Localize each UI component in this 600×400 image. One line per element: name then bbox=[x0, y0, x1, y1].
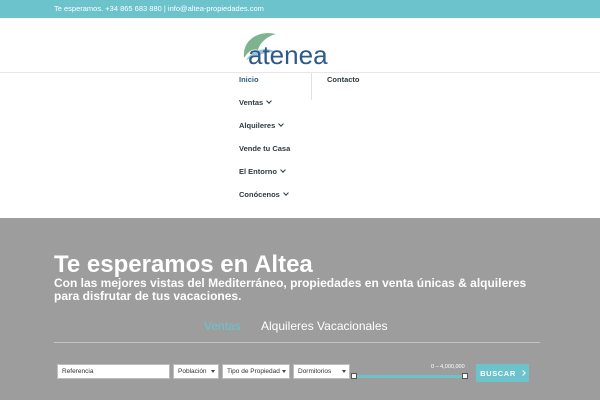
reference-input[interactable]: Referencia bbox=[57, 364, 170, 379]
tab-alquileres-vacacionales[interactable]: Alquileres Vacacionales bbox=[261, 319, 388, 333]
tabs-underline bbox=[54, 342, 540, 343]
price-range-slider[interactable] bbox=[354, 375, 468, 378]
hero-section: Te esperamos en Altea Con las mejores vi… bbox=[0, 218, 600, 400]
nav-item-label: Conócenos bbox=[239, 190, 280, 199]
nav-item-alquileres[interactable]: Alquileres bbox=[239, 121, 285, 130]
search-tabs: Ventas Alquileres Vacacionales bbox=[0, 319, 600, 339]
nav-item-label: Inicio bbox=[239, 75, 259, 84]
poblacion-select[interactable]: Población bbox=[173, 364, 219, 379]
search-button-label: BUSCAR bbox=[480, 368, 516, 378]
top-contact-bar: Te esperamos. +34 865 683 880 | info@alt… bbox=[0, 0, 600, 18]
nav-item-label: Ventas bbox=[239, 98, 264, 107]
nav-item-label: El Entorno bbox=[239, 167, 277, 176]
nav-item-label: Contacto bbox=[327, 75, 360, 84]
main-nav: Inicio Ventas Alquileres Vende tu Casa El En… bbox=[0, 73, 600, 218]
price-range-label: 0 – 4,000,000 bbox=[431, 364, 465, 370]
chevron-right-icon bbox=[520, 370, 526, 376]
search-button[interactable]: BUSCAR bbox=[476, 364, 529, 382]
logo-wordmark: atenea bbox=[248, 40, 328, 68]
property-type-select[interactable]: Tipo de Propiedad bbox=[222, 364, 290, 379]
nav-item-conócenos[interactable]: Conócenos bbox=[239, 190, 289, 199]
tab-ventas[interactable]: Ventas bbox=[204, 319, 241, 333]
chevron-down-icon bbox=[280, 167, 286, 173]
bedrooms-select[interactable]: Dormitorios bbox=[293, 364, 350, 379]
hero-subtitle: Con las mejores vistas del Mediterráneo,… bbox=[54, 276, 527, 303]
nav-item-label: Alquileres bbox=[239, 121, 276, 130]
contact-info: Te esperamos. +34 865 683 880 | info@alt… bbox=[54, 4, 264, 13]
chevron-down-icon bbox=[266, 98, 273, 104]
nav-item-inicio[interactable]: Inicio bbox=[239, 75, 259, 84]
chevron-down-icon bbox=[278, 121, 285, 127]
hero-title: Te esperamos en Altea bbox=[54, 251, 313, 278]
price-max-handle[interactable] bbox=[462, 373, 468, 379]
chevron-down-icon bbox=[283, 190, 289, 196]
atenea-logo[interactable]: atenea bbox=[240, 26, 352, 68]
nav-divider bbox=[311, 73, 312, 100]
nav-item-contacto[interactable]: Contacto bbox=[327, 75, 360, 84]
site-header: atenea bbox=[0, 18, 600, 73]
nav-item-label: Vende tu Casa bbox=[239, 144, 291, 153]
price-min-handle[interactable] bbox=[351, 373, 357, 379]
nav-item-vende-tu-casa[interactable]: Vende tu Casa bbox=[239, 144, 290, 153]
nav-item-ventas[interactable]: Ventas bbox=[239, 98, 273, 107]
nav-item-el-entorno[interactable]: El Entorno bbox=[239, 167, 286, 176]
